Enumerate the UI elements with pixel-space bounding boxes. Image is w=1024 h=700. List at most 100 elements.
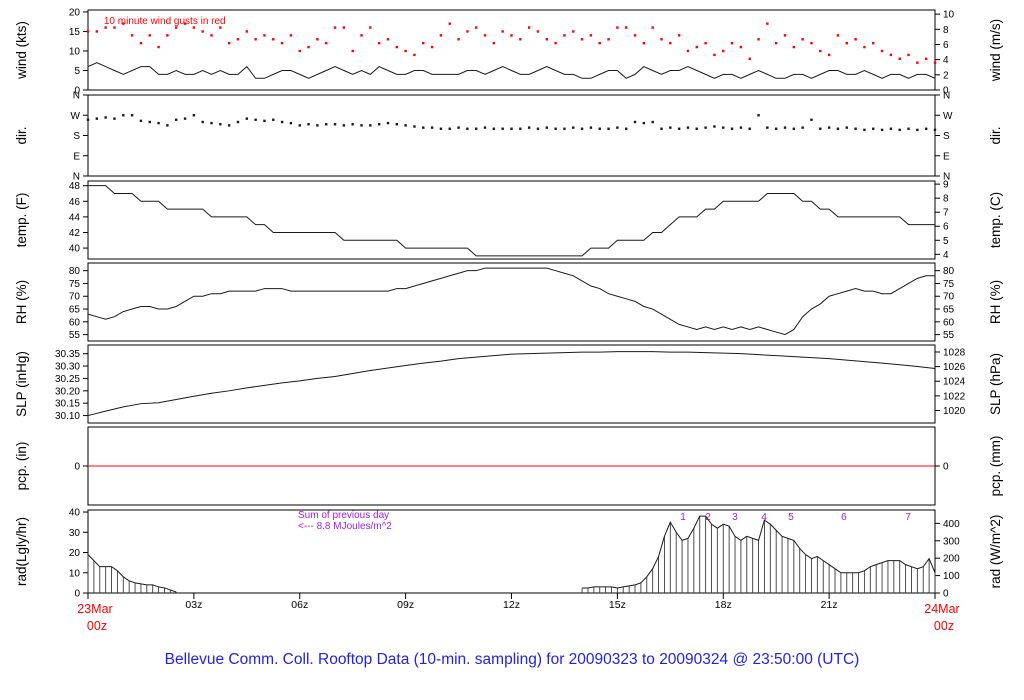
- wind-gusts-dot: [483, 34, 487, 37]
- wind-gusts-dot: [519, 38, 522, 41]
- wind-direction-dot: [430, 126, 434, 129]
- right-tick-label: 100: [943, 571, 960, 582]
- wind-direction-dot: [333, 123, 337, 126]
- wind-gusts-dot: [907, 53, 910, 57]
- wind-gusts-dot: [157, 45, 160, 49]
- wind-direction-dot: [175, 118, 178, 121]
- wind-direction-dot: [916, 128, 919, 132]
- wind-direction-dot: [642, 121, 646, 125]
- wind-gusts-dot: [175, 26, 178, 29]
- meteogram-chart: Bellevue Comm. Coll. Rooftop Data (10-mi…: [14, 7, 1003, 668]
- wind-direction-dot: [827, 126, 831, 129]
- wind-direction-dot: [298, 124, 301, 127]
- wind-direction-dot: [307, 123, 310, 126]
- wind-gusts-dot: [510, 34, 513, 37]
- wind-gusts-dot: [148, 34, 151, 37]
- left-tick-label: 48: [69, 181, 81, 192]
- wind-direction-dot: [739, 126, 743, 129]
- wind-gusts-dot: [889, 53, 893, 57]
- wind-direction-dot: [713, 125, 716, 128]
- wind-direction-dot: [792, 127, 796, 130]
- wind-direction-dot: [686, 126, 690, 129]
- wind-gusts-dot: [263, 34, 266, 37]
- wind-direction-dot: [448, 127, 451, 130]
- wind-direction-dot: [819, 127, 822, 130]
- wind-direction-dot: [677, 127, 681, 130]
- right-axis-title: dir.: [988, 126, 1003, 144]
- wind-gusts-dot: [624, 26, 628, 29]
- left-tick-label: 30.30: [55, 362, 80, 373]
- wind-gusts-dot: [933, 61, 937, 64]
- wind-gusts-dot: [192, 26, 196, 29]
- left-tick-label: 0: [74, 462, 80, 473]
- left-tick-label: 10: [69, 46, 81, 57]
- x-label: 03z: [185, 599, 202, 611]
- wind-gusts-dot: [616, 26, 619, 29]
- wind-direction-dot: [722, 126, 725, 129]
- wind-gusts-dot: [916, 61, 919, 64]
- right-tick-label: 8: [943, 25, 949, 36]
- wind-gusts-dot: [342, 26, 346, 29]
- right-tick-label: 300: [943, 536, 960, 547]
- wind-direction-dot: [404, 124, 407, 127]
- wind-direction-dot: [554, 127, 557, 130]
- wind-gusts-dot: [527, 26, 531, 29]
- wind-direction-dot: [519, 127, 522, 130]
- wind-gusts-dot: [836, 34, 840, 37]
- left-tick-label: E: [73, 151, 80, 162]
- left-tick-label: 0: [74, 589, 80, 600]
- radiation-morning-series: [87, 554, 177, 593]
- wind-direction-dot: [704, 126, 707, 129]
- wind-direction-dot: [572, 126, 575, 129]
- panel-frame: [87, 180, 936, 260]
- wind-direction-dot: [633, 120, 637, 124]
- wind-gusts-dot: [113, 26, 116, 29]
- wind-gusts-dot: [669, 41, 672, 45]
- x-label: 21z: [821, 599, 838, 611]
- left-axis-title: SLP (inHg): [14, 351, 29, 417]
- wind-gusts-dot: [686, 49, 690, 53]
- wind-gusts-dot: [210, 34, 213, 37]
- left-tick-label: 46: [69, 197, 81, 208]
- wind-gusts-dot: [642, 41, 646, 45]
- wind-direction-dot: [86, 118, 90, 121]
- wind-gusts-dot: [704, 41, 707, 45]
- wind-gusts-dot: [333, 26, 337, 29]
- wind-direction-dot: [898, 128, 901, 132]
- left-tick-label: 30.20: [55, 386, 80, 397]
- wind-gusts-dot: [492, 41, 496, 45]
- right-axis-title: SLP (hPa): [988, 353, 1003, 415]
- temperature-line: [88, 185, 935, 257]
- wind-direction-dot: [483, 126, 487, 129]
- wind-direction-dot: [227, 124, 231, 127]
- wind-gusts-dot: [298, 49, 301, 53]
- wind-direction-dot: [783, 126, 787, 129]
- wind-gusts-dot: [660, 38, 663, 41]
- wind-direction-dot: [475, 127, 478, 130]
- wind-gusts-dot: [801, 38, 804, 41]
- wind-direction-dot: [113, 117, 116, 120]
- right-tick-label: 75: [943, 279, 955, 290]
- right-tick-label: 6: [943, 40, 949, 51]
- right-tick-label: N: [943, 91, 950, 102]
- right-tick-label: 5: [943, 236, 949, 247]
- wind-direction-dot: [580, 127, 584, 130]
- wind-direction-dot: [360, 124, 363, 127]
- wind-gusts-dot: [272, 38, 275, 41]
- wind-direction-dot: [130, 114, 134, 117]
- wind-gusts-dot: [351, 49, 354, 53]
- panel-rh: 556065707580556065707580RH (%) RH (%): [14, 262, 1003, 342]
- wind-gusts-dot: [316, 38, 319, 41]
- wind-gusts-dot: [86, 30, 90, 33]
- chart-title: Bellevue Comm. Coll. Rooftop Data (10-mi…: [165, 651, 860, 668]
- wind-direction-dot: [254, 118, 257, 121]
- wind-gusts-dot: [430, 45, 434, 49]
- right-tick-label: 400: [943, 519, 960, 530]
- wind-gusts-dot: [439, 34, 443, 37]
- wind-direction-dot: [907, 127, 910, 130]
- wind-direction-dot: [157, 121, 160, 125]
- left-tick-label: W: [71, 111, 81, 122]
- wind-gusts-dot: [404, 49, 407, 53]
- x-label-date: 23Mar: [77, 602, 112, 616]
- right-axis-title: rad (W/m^2): [988, 515, 1003, 589]
